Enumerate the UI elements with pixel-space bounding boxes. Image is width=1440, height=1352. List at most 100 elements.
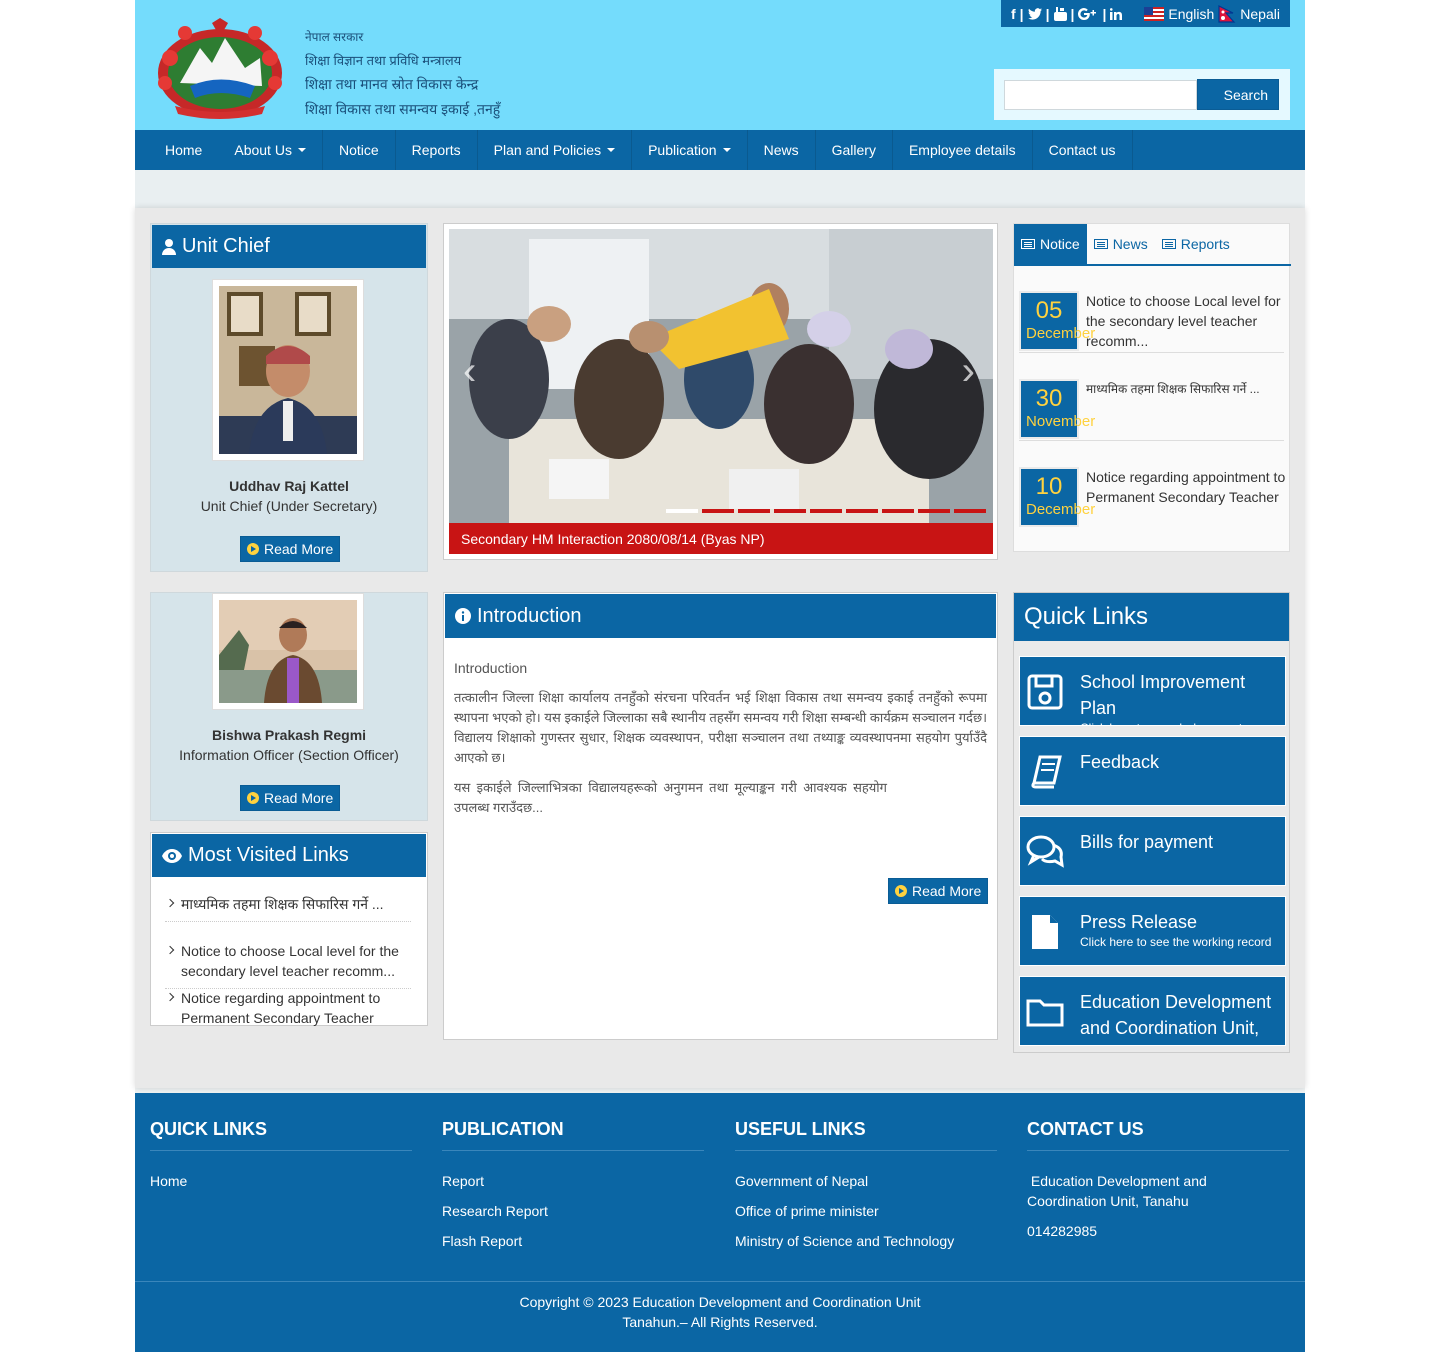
nav-item-home[interactable]: Home	[149, 130, 218, 170]
notice-day: 10	[1035, 473, 1063, 500]
floppy-icon	[1026, 673, 1064, 711]
play-circle-icon	[247, 543, 259, 555]
introduction-title: Introduction	[477, 604, 582, 627]
copyright: Copyright © 2023 Education Development a…	[135, 1281, 1305, 1352]
footer-link-government[interactable]: Government of Nepal	[735, 1171, 997, 1191]
notice-title[interactable]: Notice regarding appointment to Permanen…	[1086, 467, 1286, 507]
nav-item-reports[interactable]: Reports	[396, 130, 478, 170]
tab-notice[interactable]: Notice	[1014, 224, 1087, 264]
nepal-emblem-logo[interactable]	[150, 18, 290, 120]
user-icon	[162, 238, 176, 255]
twitter-icon[interactable]	[1027, 7, 1042, 20]
carousel-indicator[interactable]	[666, 509, 698, 513]
carousel-indicator[interactable]	[774, 509, 806, 513]
google-plus-icon[interactable]	[1078, 7, 1098, 20]
quick-link-item[interactable]: Feedback	[1019, 736, 1286, 806]
nav-strip	[135, 170, 1305, 208]
notice-date: 30 November	[1019, 379, 1095, 439]
footer-link-flash-report[interactable]: Flash Report	[442, 1231, 704, 1251]
notice-item[interactable]: 30 November माध्यमिक तहमा शिक्षक सिफारिस …	[1019, 379, 1284, 441]
most-visited-link[interactable]: Notice regarding appointment to Permanen…	[165, 988, 411, 1035]
info-officer-read-more-button[interactable]: Read More	[240, 785, 341, 811]
info-officer-photo	[212, 593, 364, 710]
play-circle-icon	[247, 792, 259, 804]
tab-news[interactable]: News	[1087, 224, 1155, 264]
notice-title[interactable]: माध्यमिक तहमा शिक्षक सिफारिस गर्ने ...	[1086, 379, 1286, 399]
nav-item-gallery[interactable]: Gallery	[816, 130, 893, 170]
unit-chief-panel: Unit Chief Uddhav Raj Kattel Unit Chief …	[150, 223, 428, 572]
footer-link-report[interactable]: Report	[442, 1171, 704, 1191]
notice-item[interactable]: 10 December Notice regarding appointment …	[1019, 467, 1286, 529]
unit-chief-role: Unit Chief (Under Secretary)	[200, 498, 378, 514]
carousel-next-arrow[interactable]: ›	[962, 349, 975, 394]
nav-item-news[interactable]: News	[748, 130, 816, 170]
notice-month: December	[1026, 325, 1096, 342]
nav-item-label: Reports	[411, 142, 461, 158]
quick-link-item[interactable]: School Improvement Plan Click here to sea…	[1019, 656, 1286, 726]
carousel-indicator[interactable]	[918, 509, 950, 513]
carousel-slide-image[interactable]: ‹ ›	[449, 229, 993, 523]
nav-item-about-us[interactable]: About Us	[218, 130, 323, 170]
footer-heading: Useful Links	[735, 1119, 997, 1151]
search-input[interactable]	[1004, 80, 1197, 110]
quick-link-item[interactable]: Press Release Click here to see the worki…	[1019, 896, 1286, 966]
quick-link-item[interactable]: Education Development and Coordination U…	[1019, 976, 1286, 1046]
carousel-indicator[interactable]	[882, 509, 914, 513]
read-more-label: Read More	[264, 541, 334, 557]
footer-link-ministry[interactable]: Ministry of Science and Technology	[735, 1231, 997, 1251]
org-line-center: शिक्षा तथा मानव स्रोत विकास केन्द्र	[305, 76, 479, 92]
introduction-panel: Introduction Introduction तत्कालीन जिल्ल…	[443, 592, 998, 1040]
notice-title[interactable]: Notice to choose Local level for the sec…	[1086, 291, 1286, 351]
carousel-indicator[interactable]	[702, 509, 734, 513]
notice-item[interactable]: 05 December Notice to choose Local level …	[1019, 291, 1284, 353]
language-english[interactable]: English	[1168, 6, 1214, 22]
site-footer: Quick Links Home Publication Report Rese…	[135, 1093, 1305, 1352]
nav-item-publication[interactable]: Publication	[632, 130, 748, 170]
most-visited-link[interactable]: Notice to choose Local level for the sec…	[165, 941, 411, 989]
nav-item-employee-details[interactable]: Employee details	[893, 130, 1033, 170]
us-flag-icon[interactable]	[1144, 6, 1165, 21]
quick-link-title: School Improvement Plan	[1080, 672, 1246, 718]
unit-chief-read-more-button[interactable]: Read More	[240, 536, 341, 562]
unit-chief-title: Unit Chief	[182, 235, 270, 257]
carousel-indicator[interactable]	[810, 509, 842, 513]
nav-item-label: Publication	[648, 142, 717, 158]
search-button[interactable]: Search	[1197, 79, 1279, 110]
carousel-prev-arrow[interactable]: ‹	[463, 349, 476, 394]
footer-contact: Contact us Education Development and Coo…	[1027, 1119, 1289, 1251]
quick-link-item[interactable]: Bills for payment	[1019, 816, 1286, 886]
facebook-icon[interactable]: f	[1011, 6, 1016, 22]
nav-item-label: Contact us	[1048, 142, 1116, 158]
folder-icon	[1026, 993, 1064, 1031]
footer-contact-org: Education Development and Coordination U…	[1027, 1173, 1211, 1209]
youtube-icon[interactable]	[1053, 6, 1067, 21]
carousel-indicator[interactable]	[738, 509, 770, 513]
language-nepali[interactable]: Nepali	[1240, 6, 1280, 22]
footer-link-research-report[interactable]: Research Report	[442, 1201, 704, 1221]
top-bar: f | | | | English Nepali	[1001, 0, 1290, 27]
most-visited-panel: Most Visited Links माध्यमिक तहमा शिक्षक …	[150, 832, 428, 1026]
introduction-read-more-button[interactable]: Read More	[888, 878, 989, 904]
notice-date: 10 December	[1019, 467, 1095, 527]
eye-icon	[162, 848, 182, 863]
tab-label: Reports	[1180, 236, 1230, 252]
quick-link-title: Feedback	[1080, 752, 1160, 772]
nepal-flag-icon[interactable]	[1218, 4, 1236, 23]
footer-link-home[interactable]: Home	[150, 1171, 412, 1191]
image-carousel: ‹ › Secondary HM Interaction 2080/08/14 …	[443, 223, 998, 560]
nav-item-contact-us[interactable]: Contact us	[1033, 130, 1133, 170]
nav-item-plan-and-policies[interactable]: Plan and Policies	[478, 130, 633, 170]
main-content: Unit Chief Uddhav Raj Kattel Unit Chief …	[135, 208, 1305, 1088]
separator: |	[1045, 5, 1050, 22]
carousel-indicator[interactable]	[954, 509, 986, 513]
tab-reports[interactable]: Reports	[1155, 224, 1237, 264]
carousel-indicator[interactable]	[846, 509, 878, 513]
linkedin-icon[interactable]	[1110, 7, 1123, 20]
separator: |	[1102, 5, 1107, 22]
nav-item-notice[interactable]: Notice	[323, 130, 396, 170]
carousel-caption: Secondary HM Interaction 2080/08/14 (Bya…	[449, 523, 993, 554]
footer-link-pm-office[interactable]: Office of prime minister	[735, 1201, 997, 1221]
read-more-label: Read More	[264, 790, 334, 806]
notice-day: 05	[1035, 297, 1063, 324]
most-visited-link[interactable]: माध्यमिक तहमा शिक्षक सिफारिस गर्ने ...	[165, 894, 411, 922]
